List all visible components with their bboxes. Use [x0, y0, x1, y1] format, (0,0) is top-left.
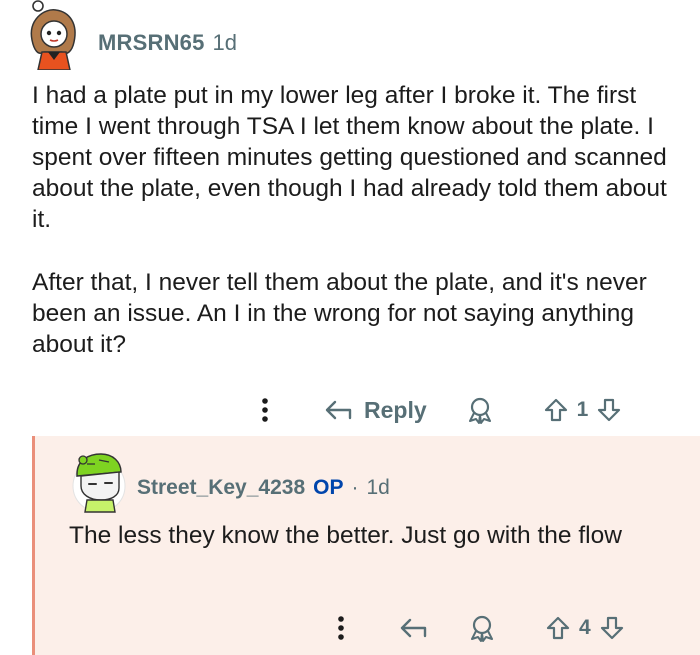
comment-meta: MRSRN65 1d: [98, 30, 237, 56]
upvote-icon[interactable]: [543, 397, 569, 423]
reply-meta: Street_Key_4238 OP · 1d: [137, 476, 390, 500]
reply-username[interactable]: Street_Key_4238: [137, 476, 305, 500]
award-icon: [468, 397, 491, 424]
reply-award-button[interactable]: [467, 614, 497, 642]
more-vertical-icon: [338, 616, 344, 640]
comment-body: I had a plate put in my lower leg after …: [32, 80, 672, 392]
downvote-icon[interactable]: [596, 397, 622, 423]
comment-paragraph: After that, I never tell them about the …: [32, 269, 647, 358]
reply-button[interactable]: Reply: [324, 397, 427, 424]
reply-arrow-icon: [400, 618, 427, 638]
downvote-icon[interactable]: [599, 615, 625, 641]
username[interactable]: MRSRN65: [98, 30, 205, 56]
meta-separator: ·: [351, 476, 359, 499]
reply-vote-score: 4: [579, 616, 591, 639]
op-badge: OP: [313, 476, 344, 499]
comment-age: 1d: [212, 30, 238, 55]
vote-controls: 1: [543, 397, 623, 423]
more-vertical-icon: [262, 398, 268, 422]
award-button[interactable]: [465, 396, 495, 424]
reply-reply-button[interactable]: [399, 616, 429, 640]
reply-arrow-icon: [325, 400, 352, 420]
more-options-button[interactable]: [250, 397, 280, 423]
reply-action-bar: 4: [333, 606, 625, 650]
reply-more-options-button[interactable]: [333, 615, 349, 641]
upvote-icon[interactable]: [545, 615, 571, 641]
award-icon: [471, 615, 493, 642]
top-comment: MRSRN65 1d I had a plate put in my lower…: [0, 0, 700, 436]
reply-avatar[interactable]: [69, 450, 129, 514]
comment-paragraph: I had a plate put in my lower leg after …: [32, 82, 667, 233]
reply-vote-controls: 4: [545, 615, 625, 641]
reply-label: Reply: [364, 396, 427, 423]
avatar[interactable]: [22, 0, 86, 71]
reply-body: The less they know the better. Just go w…: [69, 522, 622, 549]
reply-comment: Street_Key_4238 OP · 1d The less they kn…: [32, 436, 700, 655]
vote-score: 1: [576, 398, 589, 421]
reply-age: 1d: [366, 476, 390, 499]
comment-action-bar: Reply 1: [250, 388, 622, 432]
